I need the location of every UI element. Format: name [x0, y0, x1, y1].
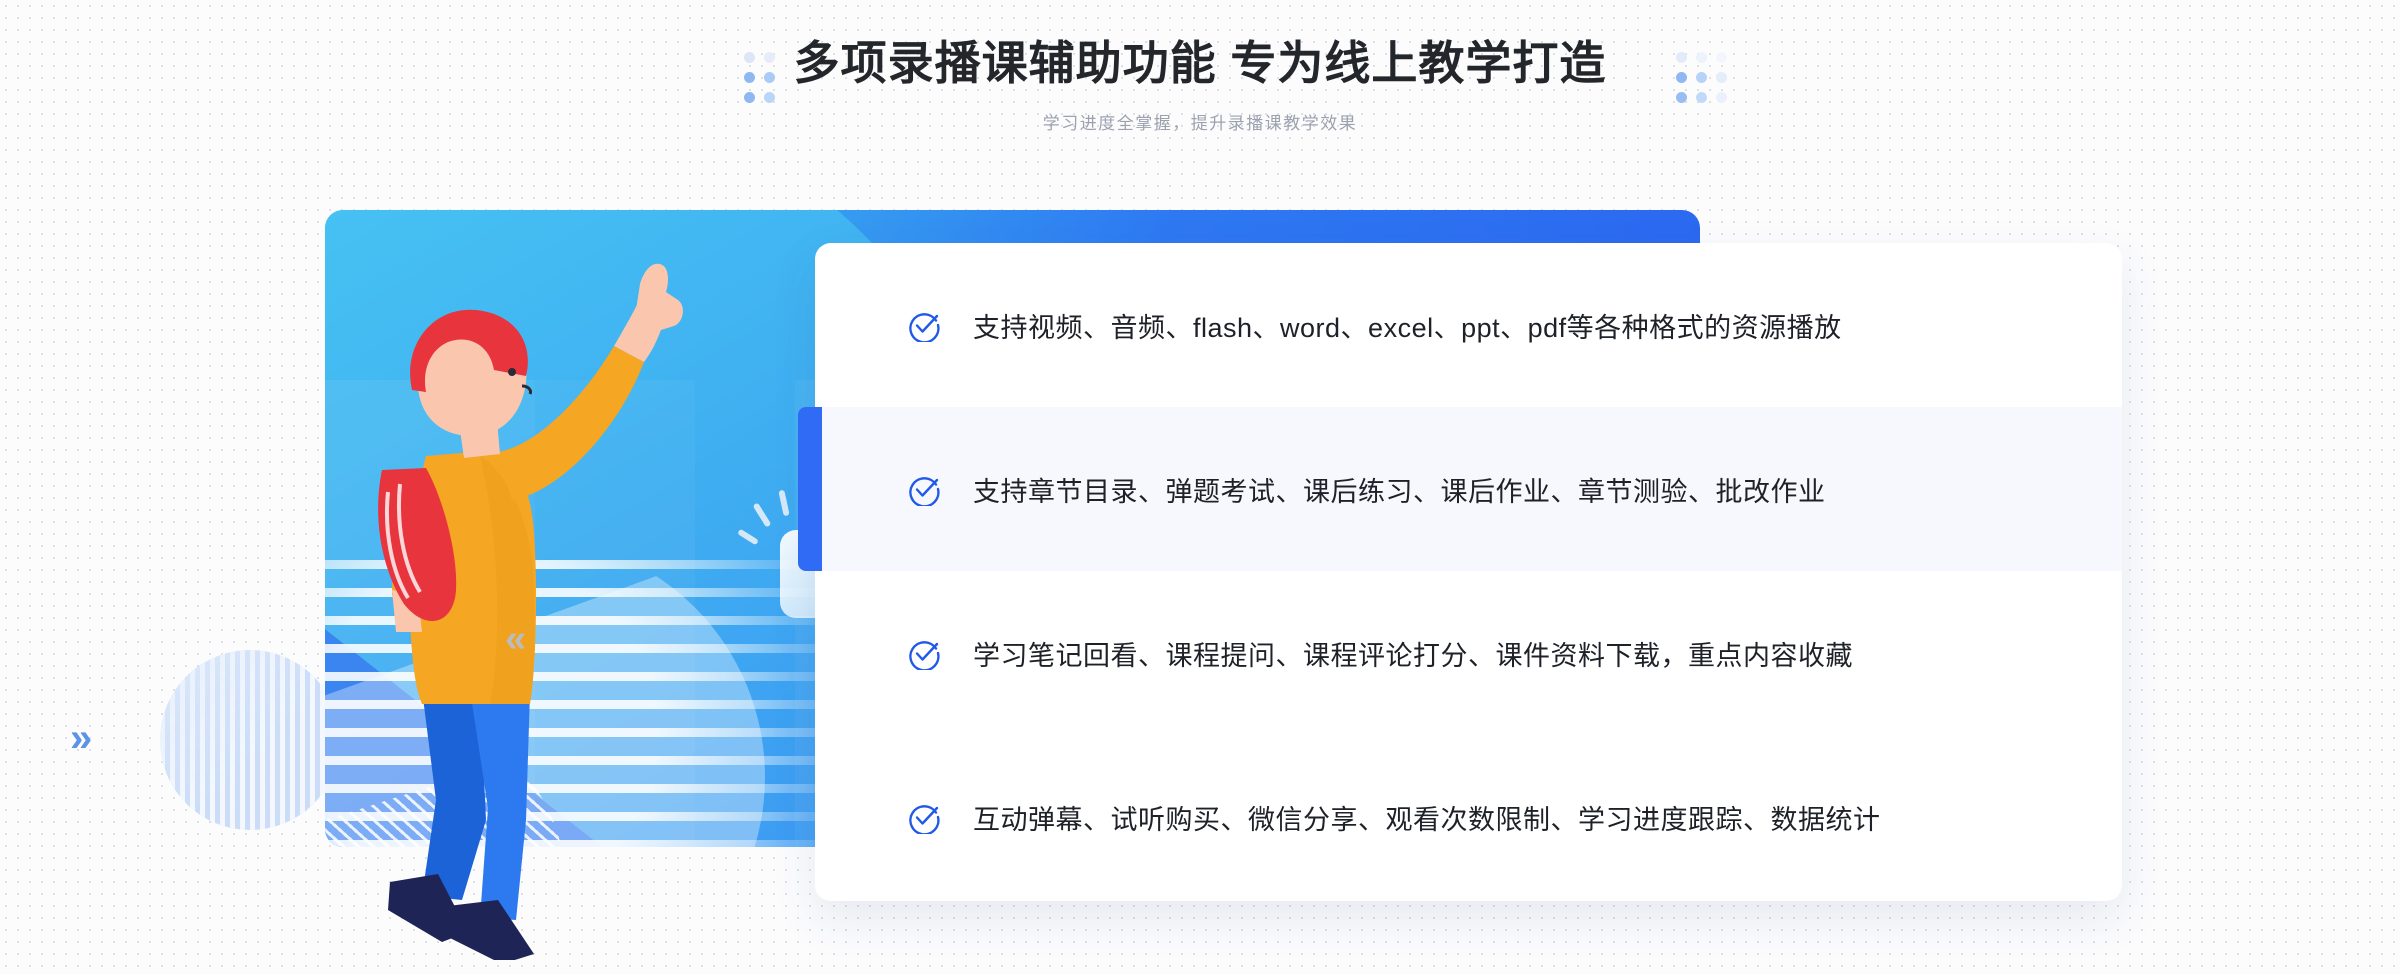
feature-label: 学习笔记回看、课程提问、课程评论打分、课件资料下载，重点内容收藏 — [973, 640, 1853, 671]
features-card: 支持视频、音频、flash、word、excel、ppt、pdf等各种格式的资源… — [798, 243, 2122, 901]
feature-row-3[interactable]: 学习笔记回看、课程提问、课程评论打分、课件资料下载，重点内容收藏 — [815, 571, 2122, 735]
feature-row-4[interactable]: 互动弹幕、试听购买、微信分享、观看次数限制、学习进度跟踪、数据统计 — [815, 735, 2122, 899]
page-title: 多项录播课辅助功能 专为线上教学打造 — [793, 37, 1607, 89]
page-subtitle: 学习进度全掌握，提升录播课教学效果 — [1042, 114, 1358, 133]
double-chevron-right-icon: » — [70, 716, 93, 760]
dot-grid-icon-right — [1676, 52, 1727, 103]
feature-label: 支持章节目录、弹题考试、课后练习、课后作业、章节测验、批改作业 — [973, 476, 1826, 507]
check-circle-icon — [909, 805, 940, 834]
feature-label: 互动弹幕、试听购买、微信分享、观看次数限制、学习进度跟踪、数据统计 — [973, 804, 1881, 835]
decorative-striped-circle — [160, 650, 340, 830]
feature-row-2[interactable]: 支持章节目录、弹题考试、课后练习、课后作业、章节测验、批改作业 — [798, 407, 2122, 571]
check-circle-icon — [909, 477, 940, 506]
dot-grid-icon-left — [744, 52, 775, 103]
check-circle-icon — [909, 313, 940, 342]
person-illustration — [378, 263, 683, 960]
header: 多项录播课辅助功能 专为线上教学打造 学习进度全掌握，提升录播课教学效果 — [0, 0, 2400, 134]
double-chevron-left-icon: « — [505, 618, 527, 660]
feature-label: 支持视频、音频、flash、word、excel、ppt、pdf等各种格式的资源… — [973, 312, 1842, 343]
check-circle-icon — [909, 641, 940, 670]
feature-row-1[interactable]: 支持视频、音频、flash、word、excel、ppt、pdf等各种格式的资源… — [815, 243, 2122, 407]
